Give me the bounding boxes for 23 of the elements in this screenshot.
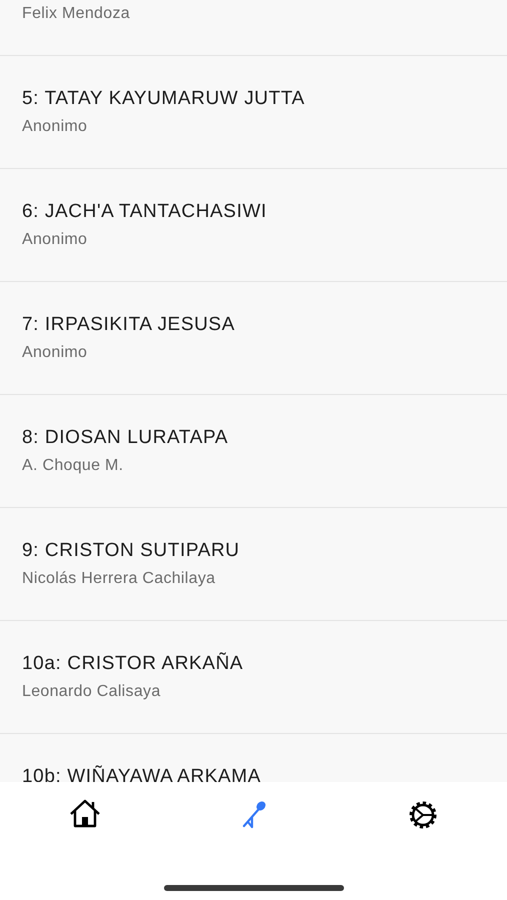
song-author: Anonimo <box>22 343 88 363</box>
song-title: 6: JACH'A TANTACHASIWI <box>22 200 268 224</box>
song-author: Anonimo <box>22 117 88 137</box>
song-author: Felix Mendoza <box>22 4 131 24</box>
song-author: Leonardo Calisaya <box>22 682 162 702</box>
song-row[interactable]: 6: JACH'A TANTACHASIWI Anonimo <box>0 169 507 282</box>
song-row[interactable]: 8: DIOSAN LURATAPA A. Choque M. <box>0 395 507 508</box>
home-icon <box>68 799 100 829</box>
song-title: 8: DIOSAN LURATAPA <box>22 426 230 450</box>
song-title: 5: TATAY KAYUMARUW JUTTA <box>22 87 306 111</box>
song-author: Anonimo <box>22 230 88 250</box>
song-title: 10b: WIÑAYAWA ARKAMA <box>22 764 262 782</box>
song-row[interactable]: 7: IRPASIKITA JESUSA Anonimo <box>0 282 507 395</box>
song-row[interactable]: 5: TATAY KAYUMARUW JUTTA Anonimo <box>0 56 507 169</box>
song-row[interactable]: 9: CRISTON SUTIPARU Nicolás Herrera Cachilaya <box>0 508 507 621</box>
song-author: A. Choque M. <box>22 456 124 476</box>
song-author: Nicolás Herrera Cachilaya <box>22 569 216 589</box>
settings-icon <box>406 799 438 831</box>
song-row[interactable]: 10a: CRISTOR ARKAÑA Leonardo Calisaya <box>0 621 507 734</box>
song-title: 10a: CRISTOR ARKAÑA <box>22 651 244 676</box>
song-title: 9: CRISTON SUTIPARU <box>22 539 241 563</box>
song-title: 7: IRPASIKITA JESUSA <box>22 313 236 337</box>
song-row[interactable]: Felix Mendoza <box>0 0 507 56</box>
